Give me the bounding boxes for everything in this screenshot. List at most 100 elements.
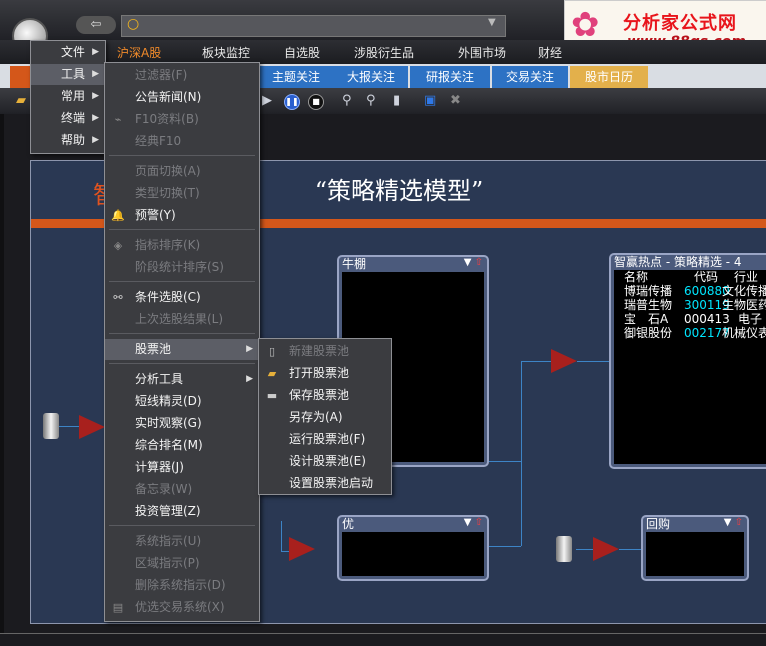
- filter-node-icon[interactable]: [289, 537, 315, 561]
- menu-item-stage-sort[interactable]: 阶段统计排序(S): [105, 257, 259, 278]
- menu-item-last-result[interactable]: 上次选股结果(L): [105, 309, 259, 330]
- menu-item-trade-system[interactable]: ▤ 优选交易系统(X): [105, 597, 259, 618]
- delete-icon[interactable]: ▮: [393, 93, 400, 108]
- wire: [521, 361, 551, 362]
- sort-icon: ◈: [113, 239, 123, 252]
- menu-item-open-pool[interactable]: ▰ 打开股票池: [259, 363, 391, 384]
- menu-item-region-indicator[interactable]: 区域指示(P): [105, 553, 259, 574]
- chevron-right-icon: ▶: [92, 69, 99, 79]
- zoom-out-icon[interactable]: ⚲: [366, 93, 376, 108]
- menu-item-save-as[interactable]: 另存为(A): [259, 407, 391, 428]
- menu-item-analysis-tools[interactable]: 分析工具 ▶: [105, 369, 259, 390]
- menu-item-classic-f10[interactable]: 经典F10: [105, 131, 259, 152]
- search-icon: ○: [127, 16, 140, 32]
- open-folder-icon[interactable]: ▰: [16, 93, 26, 108]
- wire: [576, 549, 594, 550]
- filter-node-icon[interactable]: [593, 537, 619, 561]
- menu-item-run-pool[interactable]: 运行股票池(F): [259, 429, 391, 450]
- node-buyback[interactable]: 回购 ▼ ⇧: [641, 515, 749, 581]
- wire: [521, 361, 522, 546]
- menu-item-delete-indicator[interactable]: 删除系统指示(D): [105, 575, 259, 596]
- menu-item-memo[interactable]: 备忘录(W): [105, 479, 259, 500]
- menu-item-f10[interactable]: ⌁ F10资料(B): [105, 109, 259, 130]
- menu-item-pool-startup[interactable]: 设置股票池启动: [259, 473, 391, 494]
- filter-node-icon[interactable]: [551, 349, 577, 373]
- chevron-right-icon: ▶: [92, 91, 99, 101]
- bell-icon: 🔔: [111, 209, 125, 222]
- tab-trade[interactable]: 交易关注: [492, 66, 568, 88]
- chevron-down-icon[interactable]: ▼: [488, 17, 496, 28]
- fit-window-icon[interactable]: ▣: [424, 93, 436, 108]
- node-controls[interactable]: ▼ ⇧: [464, 257, 483, 268]
- menu-item-system-indicator[interactable]: 系统指示(U): [105, 531, 259, 552]
- menu-item-tools[interactable]: 工具 ▶: [31, 64, 105, 85]
- nav-item-sector-monitor[interactable]: 板块监控: [202, 44, 250, 61]
- menu-item-realtime-watch[interactable]: 实时观察(G): [105, 413, 259, 434]
- menu-item-stock-pool[interactable]: 股票池 ▶: [105, 339, 259, 360]
- play-icon[interactable]: ▶: [262, 93, 272, 108]
- close-icon[interactable]: ✖: [450, 93, 461, 108]
- menu-item-help[interactable]: 帮助 ▶: [31, 130, 105, 151]
- tab-research[interactable]: 研报关注: [410, 66, 490, 88]
- trade-system-icon: ▤: [112, 601, 124, 614]
- nav-item-overseas[interactable]: 外围市场: [458, 44, 506, 61]
- menu-item-page-switch[interactable]: 页面切换(A): [105, 161, 259, 182]
- node-content: [646, 532, 744, 576]
- horizontal-scrollbar[interactable]: [0, 633, 766, 646]
- tab-theme[interactable]: 主题关注: [258, 66, 334, 88]
- nav-item-watchlist[interactable]: 自选股: [284, 44, 320, 61]
- menu-item-calculator[interactable]: 计算器(J): [105, 457, 259, 478]
- node-title: 智赢热点 - 策略精选 - 4: [614, 255, 742, 269]
- menu-separator: [109, 281, 255, 282]
- stock-pool-menu: ▯ 新建股票池 ▰ 打开股票池 ▬ 保存股票池 另存为(A) 运行股票池(F) 设计股…: [258, 338, 392, 495]
- menu-item-design-pool[interactable]: 设计股票池(E): [259, 451, 391, 472]
- chevron-right-icon: ▶: [92, 113, 99, 123]
- chevron-right-icon: ▶: [92, 47, 99, 57]
- stock-table: 名称 代码 行业 博瑞传播 600880 文化传播 瑞普生物 300119 生物…: [614, 270, 766, 464]
- menu-item-alert[interactable]: 🔔 预警(Y): [105, 205, 259, 226]
- chevron-right-icon: ▶: [92, 135, 99, 145]
- menu-item-condition-pick[interactable]: ⚯ 条件选股(C): [105, 287, 259, 308]
- nav-item-finance[interactable]: 财经: [538, 44, 562, 61]
- menu-item-investment[interactable]: 投资管理(Z): [105, 501, 259, 522]
- menu-item-short-line[interactable]: 短线精灵(D): [105, 391, 259, 412]
- node-result-hotspot[interactable]: 智赢热点 - 策略精选 - 4 名称 代码 行业 博瑞传播 600880 文化传…: [609, 253, 766, 469]
- menu-separator: [109, 363, 255, 364]
- save-icon: ▬: [266, 389, 278, 402]
- brand-title: 分析家公式网: [623, 13, 737, 34]
- chevron-right-icon: ▶: [246, 374, 253, 384]
- menu-item-type-switch[interactable]: 类型切换(T): [105, 183, 259, 204]
- tab-market-calendar[interactable]: 股市日历: [570, 66, 648, 88]
- menu-separator: [109, 155, 255, 156]
- menu-separator: [109, 333, 255, 334]
- node-controls[interactable]: ▼ ⇧: [464, 517, 483, 528]
- data-source-icon[interactable]: [43, 413, 59, 439]
- chevron-right-icon: ▶: [246, 344, 253, 354]
- wire: [59, 426, 79, 427]
- menu-item-terminal[interactable]: 终端 ▶: [31, 108, 105, 129]
- node-excellent[interactable]: 优 ▼ ⇧: [337, 515, 489, 581]
- zoom-in-icon[interactable]: ⚲: [342, 93, 352, 108]
- binoculars-icon: ⚯: [113, 291, 123, 304]
- menu-item-indicator-sort[interactable]: ◈ 指标排序(K): [105, 235, 259, 256]
- back-button[interactable]: ⇦: [76, 16, 116, 34]
- nav-item-derivatives[interactable]: 涉股衍生品: [354, 44, 414, 61]
- menu-item-common[interactable]: 常用 ▶: [31, 86, 105, 107]
- menu-item-ranking[interactable]: 综合排名(M): [105, 435, 259, 456]
- nav-item-a-share[interactable]: 沪深A股: [117, 44, 161, 61]
- menu-item-save-pool[interactable]: ▬ 保存股票池: [259, 385, 391, 406]
- wire: [486, 546, 521, 547]
- menu-item-new-pool[interactable]: ▯ 新建股票池: [259, 341, 391, 362]
- menu-item-announcements[interactable]: 公告新闻(N): [105, 87, 259, 108]
- filter-node-icon[interactable]: [79, 415, 105, 439]
- main-menu: 文件 ▶ 工具 ▶ 常用 ▶ 终端 ▶ 帮助 ▶: [30, 40, 106, 154]
- stop-button[interactable]: ■: [308, 94, 324, 110]
- search-input[interactable]: [121, 15, 506, 37]
- tab-big-report[interactable]: 大报关注: [334, 66, 408, 88]
- pause-button[interactable]: ❚❚: [284, 94, 300, 110]
- menu-item-filter[interactable]: 过滤器(F): [105, 65, 259, 86]
- menu-item-file[interactable]: 文件 ▶: [31, 42, 105, 63]
- menu-separator: [109, 525, 255, 526]
- data-source-icon[interactable]: [556, 536, 572, 562]
- node-controls[interactable]: ▼ ⇧: [724, 517, 743, 528]
